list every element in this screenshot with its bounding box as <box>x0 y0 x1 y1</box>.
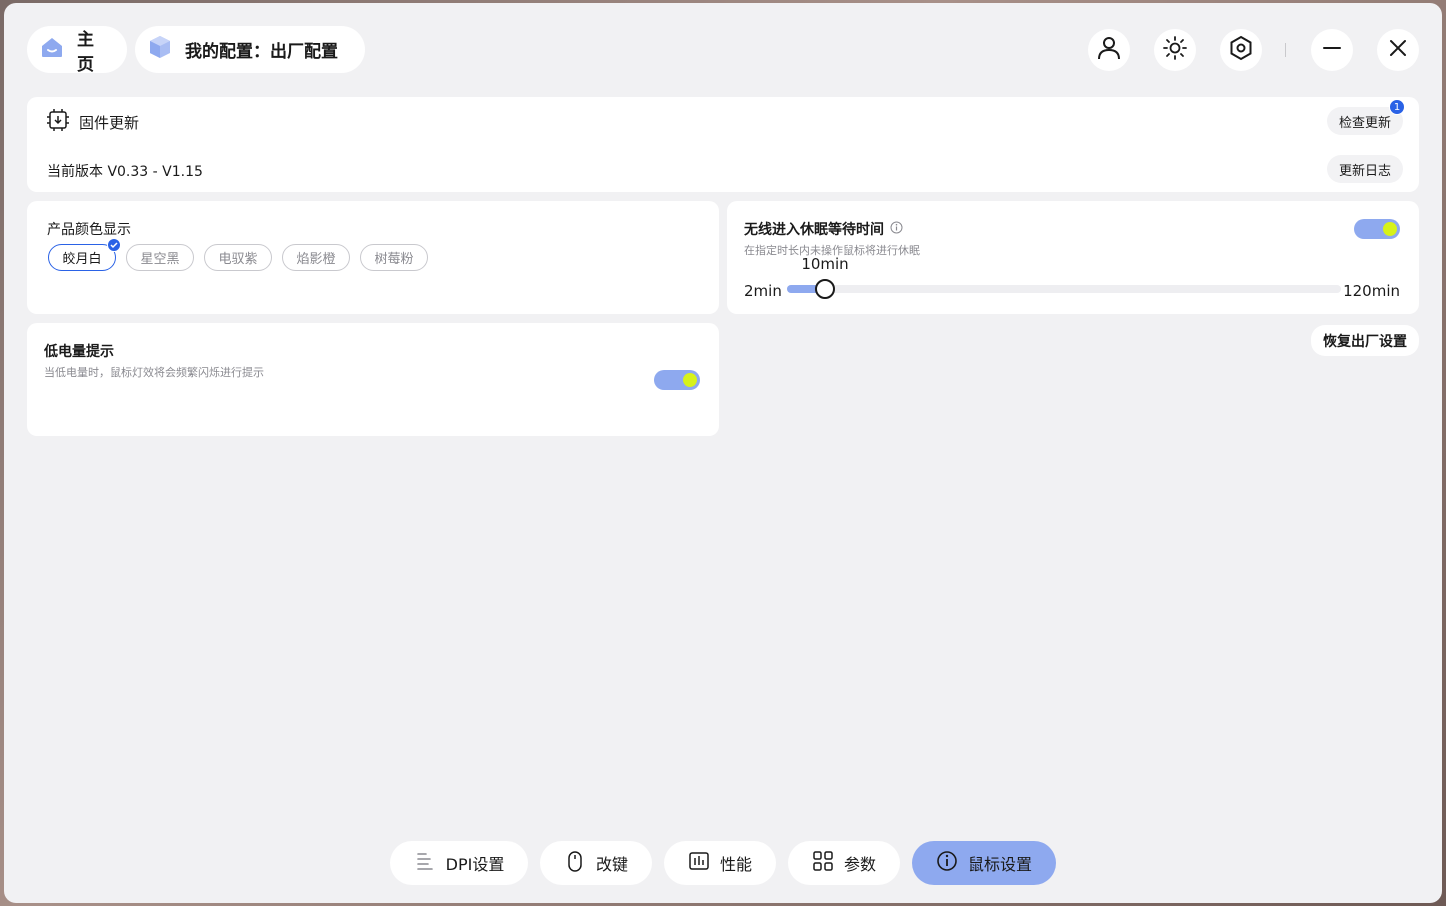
app-window: 主页 我的配置：出厂配置 固件更新 当前版本 V0.33 - V1.15 检查更… <box>4 3 1442 903</box>
home-icon <box>39 34 65 65</box>
firmware-card: 固件更新 当前版本 V0.33 - V1.15 检查更新 1 更新日志 <box>27 97 1419 192</box>
info-icon[interactable] <box>890 221 903 238</box>
home-label: 主页 <box>77 29 94 75</box>
home-tab[interactable]: 主页 <box>27 26 127 75</box>
config-tab[interactable]: 我的配置：出厂配置 <box>135 26 365 73</box>
firmware-header: 固件更新 <box>47 109 139 135</box>
user-button[interactable] <box>1088 29 1130 71</box>
user-icon <box>1096 35 1122 65</box>
color-option-label: 星空黑 <box>140 252 180 267</box>
firmware-title: 固件更新 <box>79 113 140 132</box>
chip-download-icon <box>47 109 69 135</box>
close-button[interactable] <box>1377 29 1419 71</box>
low-battery-title: 低电量提示 <box>44 344 114 360</box>
firmware-version: 当前版本 V0.33 - V1.15 <box>47 164 203 180</box>
check-update-button[interactable]: 检查更新 1 <box>1326 99 1405 135</box>
brightness-icon <box>1162 35 1188 65</box>
changelog-button[interactable]: 更新日志 <box>1326 155 1403 183</box>
slider-thumb[interactable] <box>815 279 835 299</box>
low-battery-card: 低电量提示 当低电量时，鼠标灯效将会频繁闪烁进行提示 <box>27 323 719 436</box>
toggle-knob <box>1383 222 1397 236</box>
low-battery-subtitle: 当低电量时，鼠标灯效将会频繁闪烁进行提示 <box>44 366 264 379</box>
color-option-raspberry-pink[interactable]: 树莓粉 <box>360 244 428 271</box>
changelog-label: 更新日志 <box>1338 163 1391 179</box>
minimize-icon <box>1319 35 1345 65</box>
nav-label: DPI设置 <box>445 855 505 874</box>
toggle-knob <box>683 373 697 387</box>
nav-label: 参数 <box>843 855 876 874</box>
info-circle-icon <box>936 850 958 876</box>
sleep-card: 无线进入休眠等待时间 在指定时长内未操作鼠标将进行休眠 2min 120min … <box>727 201 1419 314</box>
color-option-flame-orange[interactable]: 焰影橙 <box>282 244 350 271</box>
sleep-toggle[interactable] <box>1354 219 1400 239</box>
mouse-icon <box>564 850 586 876</box>
color-option-label: 皎月白 <box>62 252 102 267</box>
slider-max-label: 120min <box>1343 282 1400 300</box>
color-option-moon-white[interactable]: 皎月白 <box>48 238 121 271</box>
nav-label: 鼠标设置 <box>967 855 1032 874</box>
color-option-star-black[interactable]: 星空黑 <box>126 244 194 271</box>
nav-label: 性能 <box>719 855 752 874</box>
slider-min-label: 2min <box>744 282 782 300</box>
nav-remap[interactable]: 改键 <box>540 841 652 885</box>
nav-label: 改键 <box>595 855 628 874</box>
brightness-button[interactable] <box>1154 29 1196 71</box>
low-battery-toggle[interactable] <box>654 370 700 390</box>
performance-icon <box>688 850 710 876</box>
update-badge: 1 <box>1389 99 1405 115</box>
config-label: 我的配置：出厂配置 <box>185 42 338 62</box>
minimize-button[interactable] <box>1311 29 1353 71</box>
color-option-label: 电驭紫 <box>218 252 258 267</box>
nav-mouse-settings[interactable]: 鼠标设置 <box>912 841 1056 885</box>
color-display-title: 产品颜色显示 <box>47 222 131 238</box>
close-icon <box>1385 35 1411 65</box>
sleep-header: 无线进入休眠等待时间 <box>744 219 903 239</box>
slider-value-label: 10min <box>801 255 849 273</box>
sleep-title: 无线进入休眠等待时间 <box>744 222 884 238</box>
color-option-label: 树莓粉 <box>374 252 414 267</box>
settings-button[interactable] <box>1220 29 1262 71</box>
check-update-label: 检查更新 <box>1338 115 1391 131</box>
nav-performance[interactable]: 性能 <box>664 841 776 885</box>
color-display-card: 产品颜色显示 皎月白 星空黑 电驭紫 焰影橙 树莓粉 <box>27 201 719 314</box>
dpi-icon <box>414 850 436 876</box>
toolbar-divider <box>1285 43 1286 57</box>
factory-reset-button[interactable]: 恢复出厂设置 <box>1311 325 1419 356</box>
color-option-label: 焰影橙 <box>296 252 336 267</box>
color-option-electric-purple[interactable]: 电驭紫 <box>204 244 272 271</box>
check-icon <box>107 238 121 252</box>
sleep-slider[interactable]: 10min <box>787 255 1341 299</box>
nav-dpi[interactable]: DPI设置 <box>390 841 528 885</box>
cube-icon <box>147 34 173 65</box>
nav-params[interactable]: 参数 <box>788 841 900 885</box>
grid-icon <box>812 850 834 876</box>
settings-hex-icon <box>1228 35 1254 65</box>
